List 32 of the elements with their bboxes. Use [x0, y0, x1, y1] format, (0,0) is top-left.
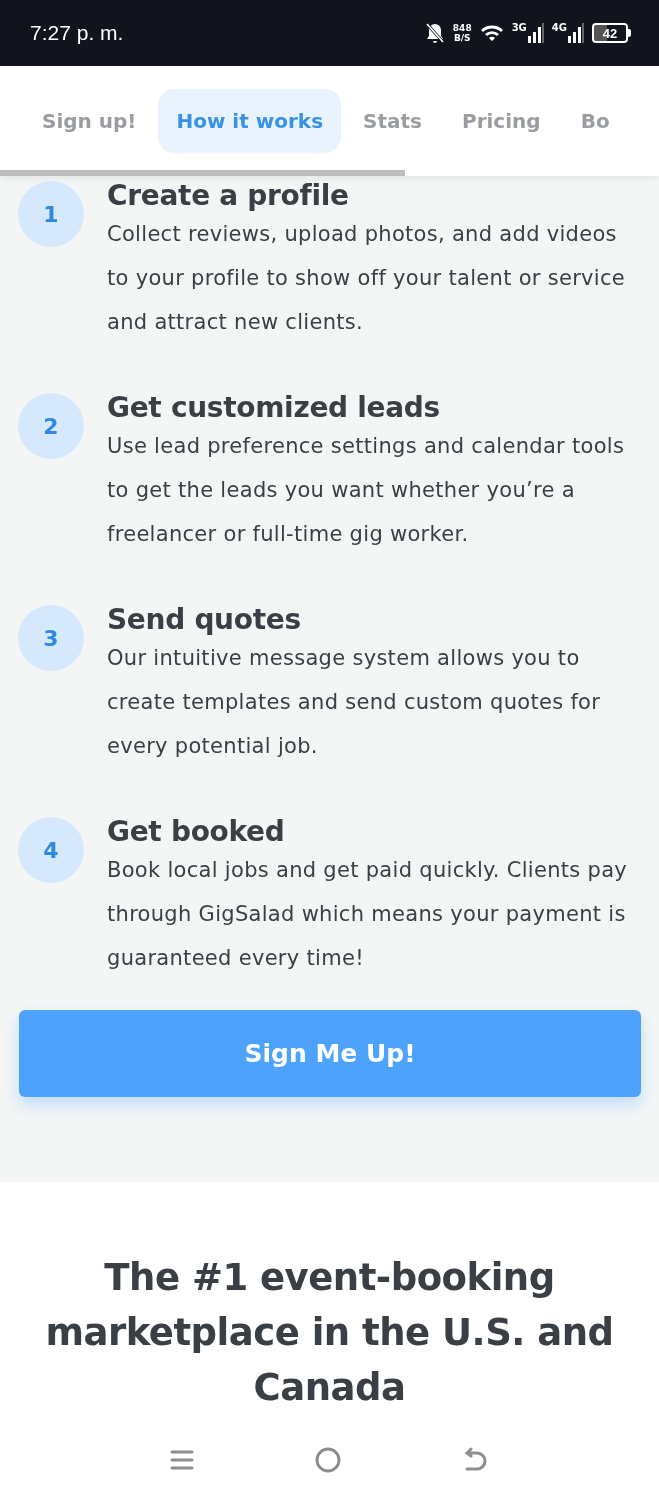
nav-tab[interactable]: Stats: [345, 89, 440, 153]
step-number: 3: [18, 605, 84, 671]
bell-off-icon: [424, 22, 445, 44]
step-description: Book local jobs and get paid quickly. Clients pay through GigSalad which means your payment is guaranteed every time!: [107, 857, 629, 972]
speed-unit: B/S: [453, 33, 471, 43]
nav-tab[interactable]: Bo: [562, 89, 628, 153]
step-number: 4: [18, 817, 84, 883]
status-time: 7:27 p. m.: [30, 21, 124, 45]
section-heading: The #1 event-booking marketplace in the U.S. and Canada: [44, 1255, 615, 1411]
wifi-icon: [479, 23, 504, 43]
step-title: Get booked: [107, 816, 286, 848]
signal-icon: [527, 23, 544, 43]
speed-value: 848: [452, 23, 472, 33]
step-title: Get customized leads: [107, 392, 441, 424]
back-icon[interactable]: [462, 1447, 489, 1473]
signal-icon: [568, 23, 584, 43]
step-title: Send quotes: [107, 604, 302, 636]
battery-icon: 42: [592, 23, 628, 43]
nav-tab[interactable]: Sign up!: [24, 89, 155, 153]
menu-icon[interactable]: [170, 1449, 195, 1471]
nav-tab[interactable]: How it works: [158, 89, 342, 153]
step-description: Our intuitive message system allows you to create templates and send custom quotes for every potential job.: [107, 645, 602, 760]
step-title: Create a profile: [107, 180, 350, 212]
home-icon[interactable]: [314, 1446, 343, 1474]
network-label: 4G: [551, 23, 567, 33]
nav-tab[interactable]: Pricing: [444, 89, 559, 153]
step-number: 1: [18, 181, 84, 247]
network-label: 3G: [511, 23, 527, 33]
sign-up-button[interactable]: Sign Me Up!: [19, 1010, 641, 1097]
step-number: 2: [18, 393, 84, 459]
step-description: Collect reviews, upload photos, and add videos to your profile to show off your talent or service and attract new clients.: [107, 221, 627, 336]
step-description: Use lead preference settings and calendar tools to get the leads you want whether you’re a freelancer or full-time gig worker.: [107, 433, 626, 548]
